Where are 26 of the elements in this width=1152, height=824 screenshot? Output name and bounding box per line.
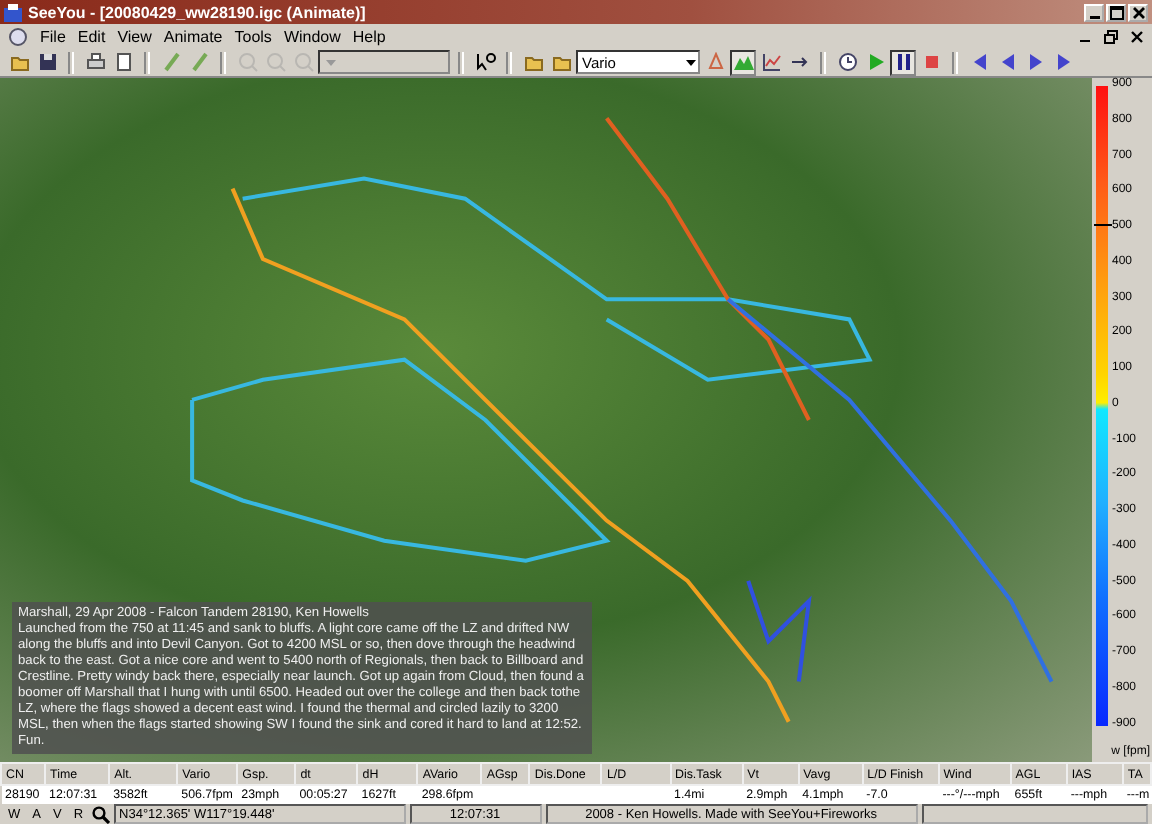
caret-icon	[324, 54, 338, 70]
app-icon	[4, 3, 22, 21]
pause-icon[interactable]	[890, 49, 916, 75]
maximize-icon	[1109, 5, 1123, 19]
menu-item[interactable]: View	[117, 27, 152, 45]
search-icon[interactable]	[91, 805, 110, 823]
menu-item[interactable]: Tools	[234, 27, 272, 45]
window-title: SeeYou - [20080429_ww28190.igc (Animate)]	[28, 3, 366, 21]
help-cursor-icon[interactable]	[472, 49, 498, 75]
menu-item[interactable]: Window	[283, 27, 341, 45]
close-icon[interactable]	[1130, 29, 1144, 43]
close-icon	[1131, 5, 1145, 19]
menu-item[interactable]: File	[40, 27, 66, 45]
printer-icon[interactable]	[82, 49, 108, 75]
save-icon[interactable]	[34, 49, 60, 75]
clock-icon[interactable]	[834, 49, 860, 75]
maximize-button[interactable]	[1106, 3, 1126, 21]
restore-icon[interactable]	[1104, 29, 1118, 43]
minimize-button[interactable]	[1084, 3, 1104, 21]
menu-item[interactable]: Edit	[77, 27, 106, 45]
close-button[interactable]	[1128, 3, 1148, 21]
terrain-icon[interactable]	[730, 49, 756, 75]
chart-icon[interactable]	[758, 49, 784, 75]
menu-item[interactable]: Help	[352, 27, 386, 45]
menu-item[interactable]: Animate	[163, 27, 223, 45]
caret-icon	[684, 54, 698, 70]
